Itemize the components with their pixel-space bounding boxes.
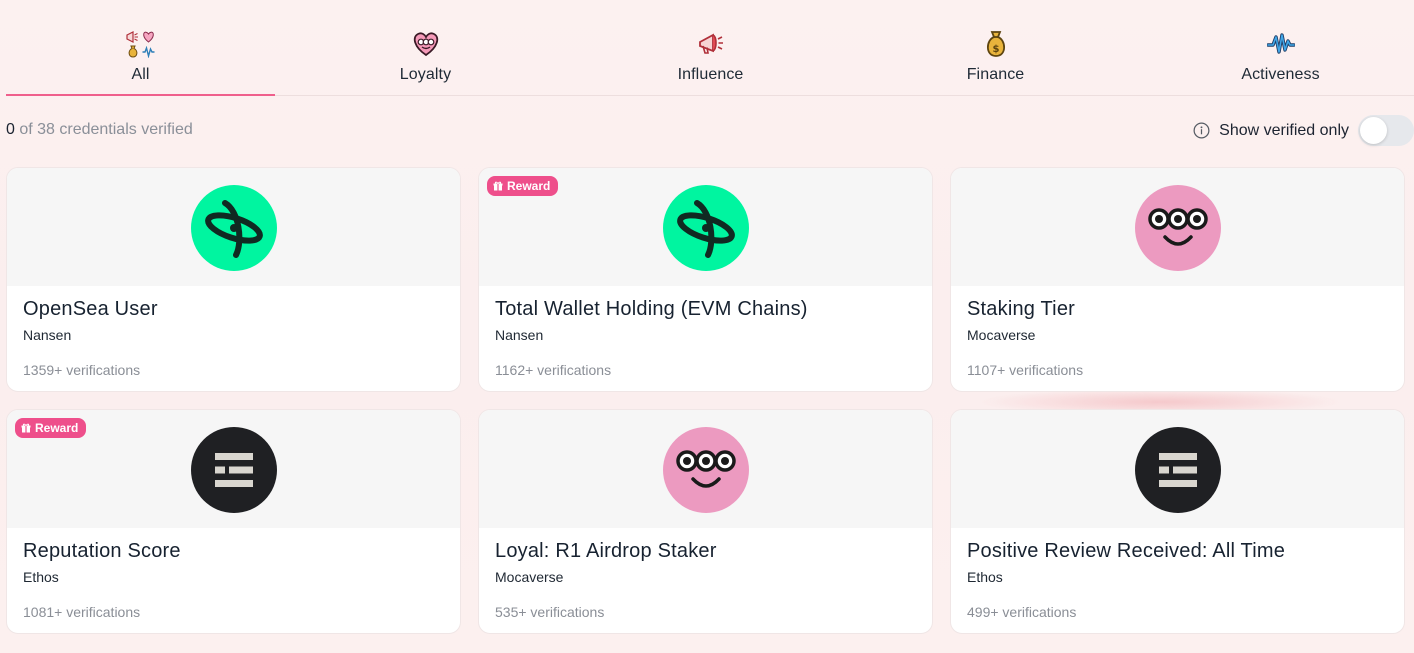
reward-label: Reward — [35, 421, 79, 435]
verified-count: 0 — [6, 121, 15, 138]
tab-label: Activeness — [1241, 66, 1320, 83]
svg-text:$: $ — [992, 44, 999, 55]
card-verification-count: 499+ verifications — [967, 604, 1077, 620]
card-issuer: Mocaverse — [495, 569, 564, 585]
show-verified-only-label: Show verified only — [1219, 121, 1349, 139]
credential-card[interactable]: Staking Tier Mocaverse 1107+ verificatio… — [950, 167, 1405, 392]
card-title: Total Wallet Holding (EVM Chains) — [495, 298, 808, 320]
ethos-logo-icon — [1134, 427, 1221, 513]
mocaverse-logo-icon — [662, 427, 749, 513]
credential-card[interactable]: Reward Reputation Score Ethos 1081+ veri… — [6, 409, 461, 634]
verification-status-text: of 38 credentials verified — [14, 121, 193, 138]
card-title: Staking Tier — [967, 298, 1076, 320]
card-issuer: Mocaverse — [967, 327, 1036, 343]
card-issuer: Nansen — [495, 327, 544, 343]
gift-icon — [493, 181, 503, 191]
verification-status: 0 of 38 credentials verified — [6, 121, 193, 139]
credential-card[interactable]: Reward Total Wallet Holding (EVM Chains)… — [478, 167, 933, 392]
credential-card[interactable]: Positive Review Received: All Time Ethos… — [950, 409, 1405, 634]
card-title: Loyal: R1 Airdrop Staker — [495, 540, 717, 562]
card-banner — [951, 168, 1404, 286]
info-icon[interactable] — [1193, 122, 1210, 139]
category-mix-icon — [125, 28, 157, 60]
card-title: Reputation Score — [23, 540, 181, 562]
tab-label: All — [131, 66, 150, 83]
nansen-logo-icon — [190, 185, 277, 271]
money-bag-icon: $ — [984, 28, 1008, 60]
tab-finance[interactable]: $ Finance — [861, 0, 1130, 95]
card-verification-count: 1162+ verifications — [495, 362, 612, 378]
reward-label: Reward — [507, 179, 551, 193]
card-verification-count: 535+ verifications — [495, 604, 605, 620]
ethos-logo-icon — [190, 427, 277, 513]
card-title: OpenSea User — [23, 298, 158, 320]
tab-label: Influence — [677, 66, 744, 83]
card-banner: Reward — [479, 168, 932, 286]
card-banner — [951, 410, 1404, 528]
verified-filter: Show verified only — [1193, 114, 1414, 147]
nansen-logo-icon — [662, 185, 749, 271]
credential-card[interactable]: Loyal: R1 Airdrop Staker Mocaverse 535+ … — [478, 409, 933, 634]
tab-activeness[interactable]: Activeness — [1146, 0, 1414, 95]
tab-label: Loyalty — [399, 66, 452, 83]
card-verification-count: 1359+ verifications — [23, 362, 141, 378]
gift-icon — [21, 423, 31, 433]
card-verification-count: 1107+ verifications — [967, 362, 1084, 378]
credential-card[interactable]: OpenSea User Nansen 1359+ verifications — [6, 167, 461, 392]
card-issuer: Nansen — [23, 327, 72, 343]
mocaverse-logo-icon — [1134, 185, 1221, 271]
tab-influence[interactable]: Influence — [576, 0, 845, 95]
card-title: Positive Review Received: All Time — [967, 540, 1286, 562]
show-verified-only-toggle[interactable] — [1358, 115, 1414, 146]
category-tabs: All Loyalty Influence $ Finance Activene… — [6, 0, 1414, 96]
card-banner: Reward — [7, 410, 460, 528]
megaphone-icon — [697, 28, 725, 60]
card-issuer: Ethos — [967, 569, 1003, 585]
reward-badge: Reward — [487, 176, 559, 196]
reward-badge: Reward — [15, 418, 87, 438]
card-issuer: Ethos — [23, 569, 59, 585]
tab-all[interactable]: All — [6, 0, 275, 96]
card-verification-count: 1081+ verifications — [23, 604, 141, 620]
card-banner — [479, 410, 932, 528]
tab-loyalty[interactable]: Loyalty — [291, 0, 560, 95]
tab-label: Finance — [966, 66, 1025, 83]
toggle-knob — [1360, 117, 1387, 144]
pulse-wave-icon — [1266, 28, 1295, 60]
card-banner — [7, 168, 460, 286]
heart-face-icon — [412, 28, 440, 60]
